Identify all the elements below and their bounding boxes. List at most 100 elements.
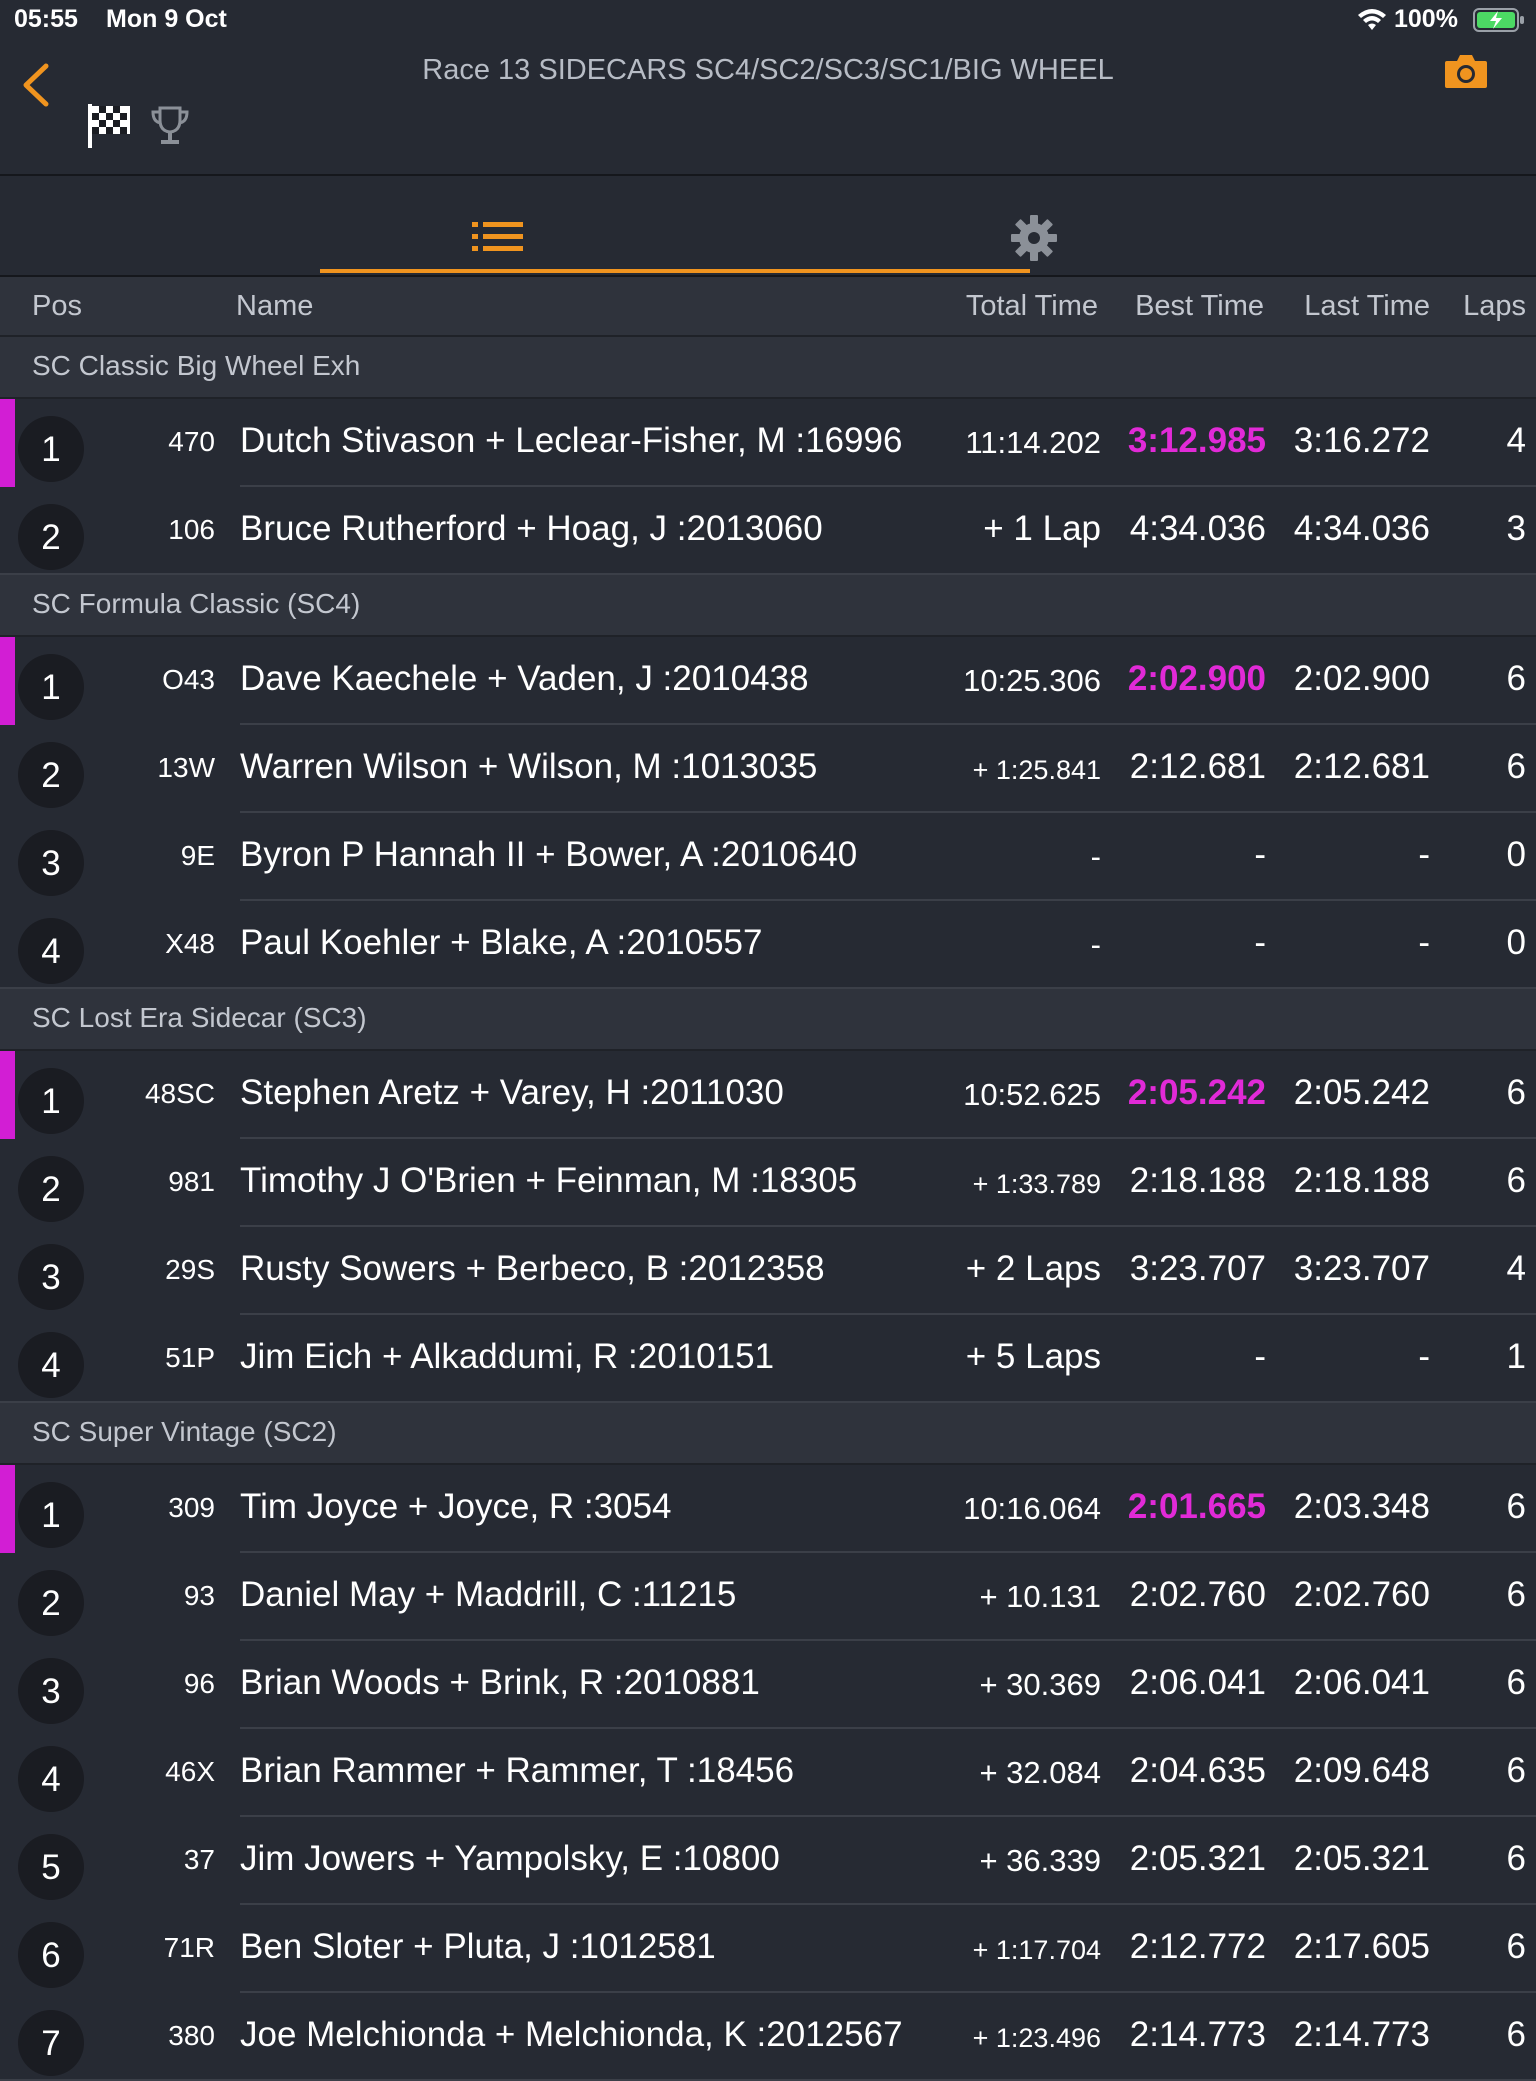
camera-icon <box>1445 55 1487 88</box>
laps-count: 3 <box>1506 509 1526 548</box>
tab-settings[interactable] <box>1000 214 1070 274</box>
result-row[interactable]: 3 9E Byron P Hannah II + Bower, A :2010640… <box>0 813 1536 901</box>
best-time: 2:18.188 <box>1129 1161 1266 1200</box>
result-row[interactable]: 1 309 Tim Joyce + Joyce, R :3054 10:16.064 2… <box>0 1465 1536 1553</box>
competitor-number: 309 <box>168 1492 215 1523</box>
position-badge: 3 <box>18 1244 84 1310</box>
competitor-name: Tim Joyce + Joyce, R :3054 <box>240 1487 672 1526</box>
total-time: + 1:23.496 <box>972 2023 1101 2053</box>
position-number: 3 <box>41 1258 61 1297</box>
result-row[interactable]: 1 O43 Dave Kaechele + Vaden, J :2010438 10:… <box>0 637 1536 725</box>
competitor-name: Brian Rammer + Rammer, T :18456 <box>240 1751 795 1790</box>
result-row[interactable]: 3 29S Rusty Sowers + Berbeco, B :2012358 + … <box>0 1227 1536 1315</box>
competitor-name: Stephen Aretz + Varey, H :2011030 <box>240 1073 784 1112</box>
leader-indicator <box>0 637 15 725</box>
best-time: - <box>1254 1337 1266 1376</box>
result-row[interactable]: 7 380 Joe Melchionda + Melchionda, K :2012… <box>0 1993 1536 2081</box>
battery-charging-icon <box>1473 8 1524 32</box>
position-badge: 4 <box>18 1746 84 1812</box>
competitor-name: Timothy J O'Brien + Feinman, M :18305 <box>240 1161 858 1200</box>
last-time: 2:02.900 <box>1293 659 1430 698</box>
total-time: + 1 Lap <box>983 509 1101 548</box>
result-row[interactable]: 1 470 Dutch Stivason + Leclear-Fisher, M :… <box>0 399 1536 487</box>
group-label: SC Classic Big Wheel Exh <box>32 350 361 381</box>
status-time: 05:55 <box>14 5 78 33</box>
last-time: 4:34.036 <box>1293 509 1430 548</box>
leader-indicator <box>0 399 15 487</box>
nav-bar: Race 13 SIDECARS SC4/SC2/SC3/SC1/BIG WHE… <box>0 38 1536 176</box>
laps-count: 0 <box>1506 923 1526 962</box>
column-header-total-time[interactable]: Total Time <box>966 290 1098 323</box>
result-row[interactable]: 5 37 Jim Jowers + Yampolsky, E :10800 + 36.… <box>0 1817 1536 1905</box>
best-time: 2:01.665 <box>1127 1487 1266 1526</box>
competitor-name: Jim Jowers + Yampolsky, E :10800 <box>240 1839 780 1878</box>
position-number: 2 <box>41 518 61 557</box>
total-time: - <box>1090 927 1101 962</box>
total-time: + 10.131 <box>979 1579 1101 1614</box>
laps-count: 6 <box>1506 747 1526 786</box>
list-icon <box>472 222 523 251</box>
position-number: 3 <box>41 844 61 883</box>
result-row[interactable]: 3 96 Brian Woods + Brink, R :2010881 + 30.3… <box>0 1641 1536 1729</box>
competitor-name: Joe Melchionda + Melchionda, K :2012567 <box>240 2015 903 2054</box>
last-time: 2:06.041 <box>1293 1663 1430 1702</box>
result-row[interactable]: 4 46X Brian Rammer + Rammer, T :18456 + 32.… <box>0 1729 1536 1817</box>
result-row[interactable]: 2 93 Daniel May + Maddrill, C :11215 + 10.1… <box>0 1553 1536 1641</box>
laps-count: 6 <box>1506 1575 1526 1614</box>
group-label: SC Lost Era Sidecar (SC3) <box>32 1002 367 1033</box>
competitor-name: Warren Wilson + Wilson, M :1013035 <box>240 747 818 786</box>
column-header-name[interactable]: Name <box>236 290 313 323</box>
result-row[interactable]: 2 106 Bruce Rutherford + Hoag, J :2013060 +… <box>0 487 1536 575</box>
column-header-laps[interactable]: Laps <box>1463 290 1526 323</box>
total-time: + 1:33.789 <box>972 1169 1101 1199</box>
camera-button[interactable] <box>1443 52 1489 90</box>
result-row[interactable]: 2 981 Timothy J O'Brien + Feinman, M :1830… <box>0 1139 1536 1227</box>
total-time: + 30.369 <box>979 1667 1101 1702</box>
last-time: 2:05.321 <box>1293 1839 1430 1878</box>
competitor-number: 48SC <box>144 1078 215 1109</box>
result-row[interactable]: 1 48SC Stephen Aretz + Varey, H :2011030 10… <box>0 1051 1536 1139</box>
last-time: 2:12.681 <box>1293 747 1430 786</box>
competitor-number: 13W <box>157 752 215 783</box>
total-time: + 32.084 <box>979 1755 1101 1790</box>
column-header-pos[interactable]: Pos <box>32 290 82 323</box>
column-header-last-time[interactable]: Last Time <box>1304 290 1430 323</box>
total-time: + 1:17.704 <box>972 1935 1101 1965</box>
wifi-icon <box>1358 9 1386 30</box>
best-time: 2:02.760 <box>1129 1575 1266 1614</box>
result-row[interactable]: 6 71R Ben Sloter + Pluta, J :1012581 + 1:17… <box>0 1905 1536 1993</box>
result-row[interactable]: 2 13W Warren Wilson + Wilson, M :1013035 + … <box>0 725 1536 813</box>
position-number: 1 <box>41 1082 61 1121</box>
result-row[interactable]: 4 X48 Paul Koehler + Blake, A :2010557 - - - 0 <box>0 901 1536 989</box>
laps-count: 6 <box>1506 2015 1526 2054</box>
column-header-best-time[interactable]: Best Time <box>1135 290 1264 323</box>
position-badge: 7 <box>18 2010 84 2076</box>
tab-results-list[interactable] <box>320 176 1030 275</box>
best-time: 2:12.681 <box>1129 747 1266 786</box>
back-button[interactable] <box>18 60 54 110</box>
competitor-name: Jim Eich + Alkaddumi, R :2010151 <box>240 1337 775 1376</box>
total-time: - <box>1090 839 1101 874</box>
total-time: + 1:25.841 <box>972 755 1101 785</box>
competitor-number: 470 <box>168 426 215 457</box>
best-time: 2:02.900 <box>1127 659 1266 698</box>
competitor-number: 51P <box>165 1342 215 1373</box>
checkered-flag-icon[interactable] <box>86 100 132 150</box>
position-number: 3 <box>41 1672 61 1711</box>
gear-icon <box>1011 215 1057 261</box>
last-time: 2:18.188 <box>1293 1161 1430 1200</box>
trophy-icon[interactable] <box>148 104 192 148</box>
column-header-row: Pos Name Total Time Best Time Last Time … <box>0 277 1536 337</box>
competitor-name: Paul Koehler + Blake, A :2010557 <box>240 923 763 962</box>
position-badge: 2 <box>18 504 84 570</box>
competitor-number: 46X <box>165 1756 215 1787</box>
position-badge: 4 <box>18 1332 84 1398</box>
laps-count: 6 <box>1506 1663 1526 1702</box>
laps-count: 6 <box>1506 1927 1526 1966</box>
last-time: 3:16.272 <box>1293 421 1430 460</box>
result-row[interactable]: 4 51P Jim Eich + Alkaddumi, R :2010151 + 5 … <box>0 1315 1536 1403</box>
total-time: + 36.339 <box>979 1843 1101 1878</box>
competitor-number: 380 <box>168 2020 215 2051</box>
laps-count: 4 <box>1506 421 1526 460</box>
position-number: 7 <box>41 2024 61 2063</box>
